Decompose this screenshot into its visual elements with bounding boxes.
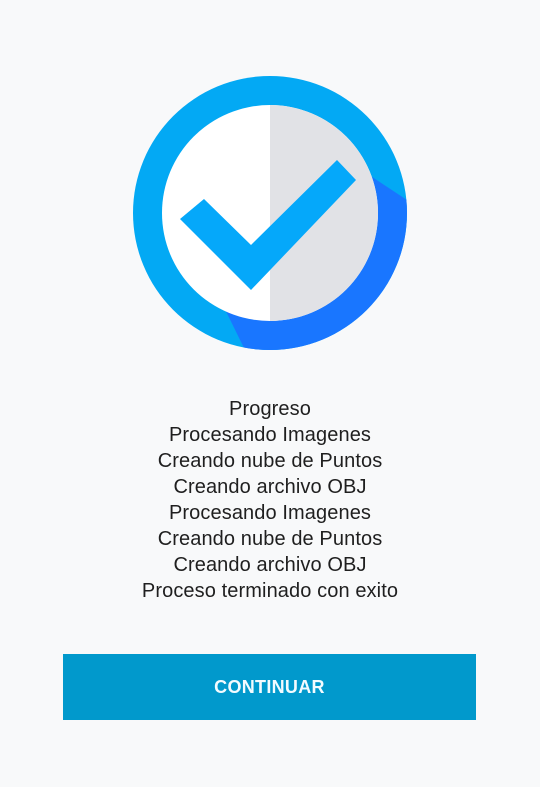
completion-screen: Progreso Procesando Imagenes Creando nub… [0, 0, 540, 787]
progress-log: Progreso Procesando Imagenes Creando nub… [0, 396, 540, 604]
progress-log-line: Procesando Imagenes [168, 424, 372, 446]
progress-log-title: Progreso [229, 398, 311, 420]
progress-log-line: Procesando Imagenes [168, 502, 372, 524]
success-badge [133, 76, 407, 350]
progress-log-line: Creando nube de Puntos [157, 450, 383, 472]
progress-log-line: Creando archivo OBJ [173, 476, 367, 498]
check-circle-icon [133, 76, 407, 350]
continue-button[interactable]: CONTINUAR [63, 654, 476, 720]
progress-log-completion: Proceso terminado con exito [141, 580, 399, 602]
progress-log-line: Creando archivo OBJ [173, 554, 367, 576]
progress-log-line: Creando nube de Puntos [157, 528, 383, 550]
